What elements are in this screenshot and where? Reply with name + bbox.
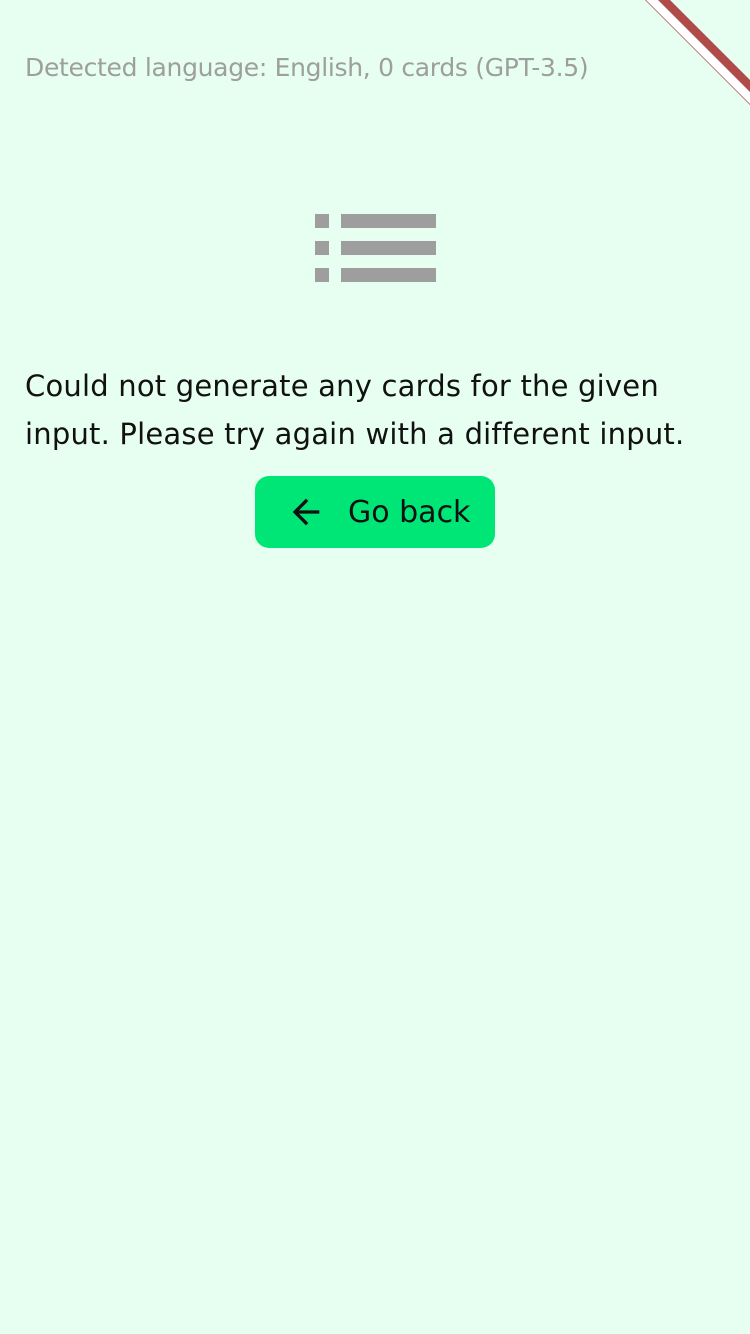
list-icon: [315, 214, 436, 282]
error-message: Could not generate any cards for the giv…: [25, 369, 685, 451]
debug-banner: [620, 0, 750, 130]
detected-language-status: Detected language: English, 0 cards (GPT…: [25, 53, 589, 82]
go-back-button[interactable]: Go back: [255, 476, 495, 548]
arrow-left-icon: [292, 498, 320, 526]
go-back-label: Go back: [348, 494, 471, 530]
